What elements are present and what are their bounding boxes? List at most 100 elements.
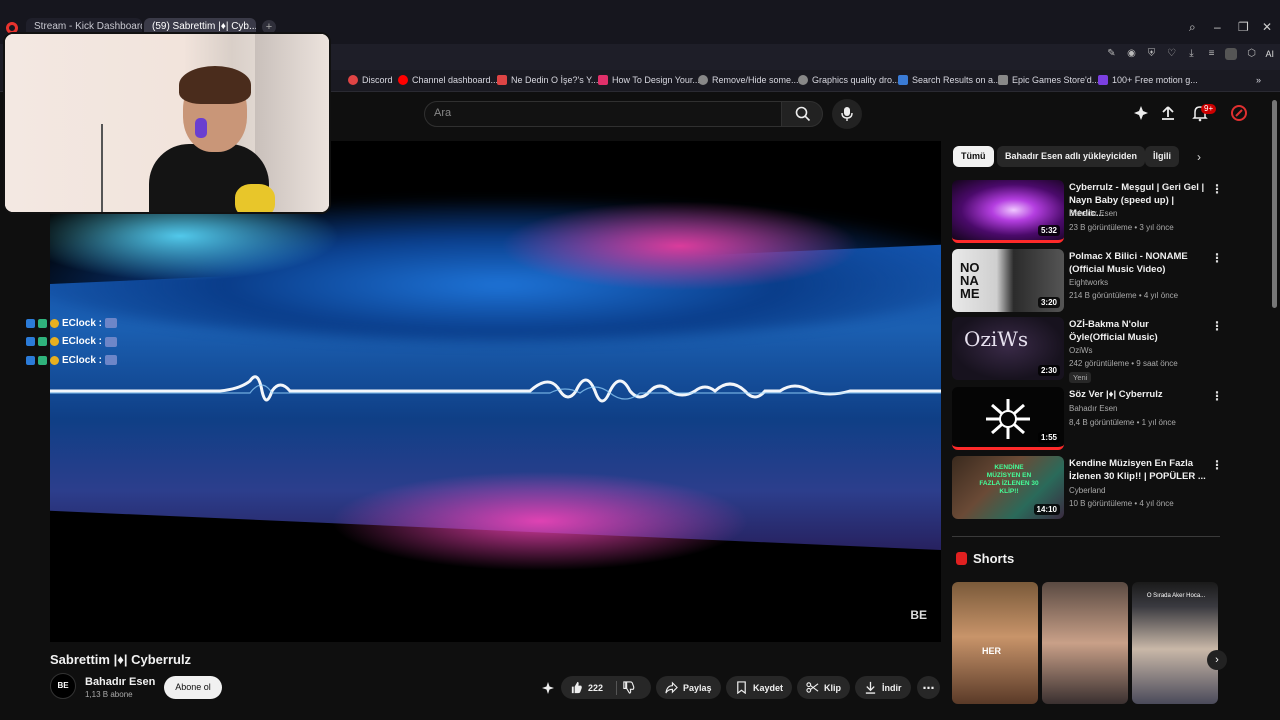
recommendation-item[interactable]: KENDİNE MÜZİSYEN EN FAZLA İZLENEN 30 KLİ… xyxy=(952,456,1227,520)
bookmark-how-to-design[interactable]: How To Design Your... xyxy=(598,75,700,85)
video-thumbnail[interactable]: 1:55 xyxy=(952,387,1064,450)
chip-from-uploader[interactable]: Bahadır Esen adlı yükleyiciden xyxy=(997,146,1146,167)
ai-button[interactable]: AI xyxy=(1265,48,1274,60)
channel-name[interactable]: Eightworks xyxy=(1069,278,1108,287)
search-button[interactable] xyxy=(781,101,823,127)
short-video-card[interactable]: HER xyxy=(952,582,1038,704)
section-divider xyxy=(952,536,1220,537)
search-tabs-icon[interactable]: ⌕ xyxy=(1189,20,1196,35)
more-actions-button[interactable]: ⋯ xyxy=(917,676,940,699)
restore-icon[interactable]: ❐ xyxy=(1238,20,1249,34)
video-meta: 242 görüntüleme • 9 saat önce xyxy=(1069,359,1178,368)
shorts-icon xyxy=(956,552,967,565)
page-scrollbar[interactable] xyxy=(1272,100,1277,308)
short-video-card[interactable]: O Sırada Aker Hoca... xyxy=(1132,582,1218,704)
like-divider xyxy=(616,680,618,695)
badge-icon xyxy=(50,337,59,347)
recommendation-item[interactable]: OziWs 2:30 OZİ-Bakma N'olur Öyle(Officia… xyxy=(952,317,1227,383)
search-input[interactable]: Ara xyxy=(424,101,782,127)
recommendation-item[interactable]: 1:55 Söz Ver |♦| Cyberrulz Bahadır Esen … xyxy=(952,387,1227,451)
like-count: 222 xyxy=(588,682,604,693)
bookmark-graphics-quality[interactable]: Graphics quality dro... xyxy=(798,75,900,85)
channel-avatar[interactable]: BE xyxy=(50,673,76,699)
short-video-card[interactable] xyxy=(1042,582,1128,704)
webcam-overlay xyxy=(3,32,331,214)
video-thumbnail[interactable]: OziWs 2:30 xyxy=(952,317,1064,380)
bookmark-discord[interactable]: Discord xyxy=(348,75,393,85)
bookmark-channel-dashboard[interactable]: Channel dashboard... xyxy=(398,75,498,85)
video-title[interactable]: Polmac X Bilici - NONAME (Official Music… xyxy=(1069,250,1207,276)
recommendation-item[interactable]: NO NA ME 3:20 Polmac X Bilici - NONAME (… xyxy=(952,249,1227,313)
camera-icon[interactable]: ◉ xyxy=(1125,48,1137,60)
like-icon[interactable] xyxy=(570,681,583,694)
subscribe-button[interactable]: Abone ol xyxy=(164,676,222,699)
chip-related[interactable]: İlgili xyxy=(1145,146,1179,167)
more-vert-icon[interactable]: ⋮ xyxy=(1211,319,1223,333)
scissors-icon xyxy=(806,682,819,693)
channel-name[interactable]: Bahadır Esen xyxy=(1069,404,1117,413)
more-vert-icon[interactable]: ⋮ xyxy=(1211,458,1223,472)
upload-icon[interactable] xyxy=(1159,104,1177,122)
video-thumbnail[interactable]: KENDİNE MÜZİSYEN EN FAZLA İZLENEN 30 KLİ… xyxy=(952,456,1064,519)
video-thumbnail[interactable]: NO NA ME 3:20 xyxy=(952,249,1064,312)
more-vert-icon[interactable]: ⋮ xyxy=(1211,182,1223,196)
bookmark-ne-dedin[interactable]: Ne Dedin O İşe?'s Y... xyxy=(497,75,598,85)
folder-icon xyxy=(998,75,1008,85)
create-icon[interactable] xyxy=(1132,104,1150,122)
profile-avatar[interactable] xyxy=(1225,48,1238,60)
video-meta: 8,4 B görüntüleme • 1 yıl önce xyxy=(1069,418,1176,427)
account-avatar-icon[interactable] xyxy=(1230,104,1248,122)
emote-icon xyxy=(105,355,118,366)
video-meta: 23 B görüntüleme • 3 yıl önce xyxy=(1069,223,1174,232)
bookmark-label: Channel dashboard... xyxy=(412,75,499,85)
channel-name[interactable]: Cyberland xyxy=(1069,486,1105,495)
share-button[interactable]: Paylaş xyxy=(656,676,721,699)
clip-label: Klip xyxy=(824,682,841,693)
clip-button[interactable]: Klip xyxy=(797,676,850,699)
chat-message: EClock : xyxy=(26,351,118,370)
chat-message: EClock : xyxy=(26,314,118,333)
bookmark-motion[interactable]: 100+ Free motion g... xyxy=(1098,75,1198,85)
bookmark-remove-hide[interactable]: Remove/Hide some... xyxy=(698,75,799,85)
short-caption: HER xyxy=(982,646,1002,656)
badge-icon xyxy=(26,318,35,328)
close-window-icon[interactable]: ✕ xyxy=(1262,20,1272,34)
save-button[interactable]: Kaydet xyxy=(726,676,793,699)
channel-name[interactable]: Bahadır Esen xyxy=(1069,209,1117,218)
channel-name[interactable]: Bahadır Esen xyxy=(85,676,155,688)
streamer-hair xyxy=(179,66,251,104)
subscriber-count: 1,13 B abone xyxy=(85,690,133,699)
sparkle-icon[interactable] xyxy=(541,681,555,695)
video-thumbnail[interactable]: 5:32 xyxy=(952,180,1064,243)
search-icon xyxy=(795,106,811,122)
download-icon[interactable]: ⤓ xyxy=(1185,48,1197,60)
video-player[interactable]: BE xyxy=(50,141,941,642)
channel-name[interactable]: OziWs xyxy=(1069,346,1093,355)
dislike-icon[interactable] xyxy=(622,681,635,694)
more-vert-icon[interactable]: ⋮ xyxy=(1211,389,1223,403)
bookmarks-more-icon[interactable]: » xyxy=(1256,75,1261,85)
bookmark-label: Search Results on a... xyxy=(912,75,1001,85)
shield-icon[interactable]: ⛨ xyxy=(1145,48,1157,60)
microphone-icon xyxy=(841,107,853,121)
voice-search-button[interactable] xyxy=(832,99,862,129)
video-title[interactable]: Söz Ver |♦| Cyberrulz xyxy=(1069,388,1207,401)
video-title[interactable]: Kendine Müzisyen En Fazla İzlenen 30 Kli… xyxy=(1069,457,1207,483)
menu-icon[interactable]: ≡ xyxy=(1205,48,1217,60)
edit-icon[interactable]: ✎ xyxy=(1105,48,1117,60)
video-duration: 1:55 xyxy=(1037,432,1060,443)
thumbnail-text: KENDİNE MÜZİSYEN EN FAZLA İZLENEN 30 KLİ… xyxy=(979,464,1039,495)
recommendation-item[interactable]: 5:32 Cyberrulz - Meşgul | Geri Gel | Nay… xyxy=(952,180,1227,244)
heart-icon[interactable]: ♡ xyxy=(1165,48,1177,60)
bookmark-label: Epic Games Store'd... xyxy=(1012,75,1100,85)
bookmark-search-results[interactable]: Search Results on a... xyxy=(898,75,1001,85)
bookmark-epic-games[interactable]: Epic Games Store'd... xyxy=(998,75,1099,85)
chip-all[interactable]: Tümü xyxy=(953,146,994,167)
shorts-next-button[interactable]: › xyxy=(1207,650,1227,670)
video-title[interactable]: OZİ-Bakma N'olur Öyle(Official Music) xyxy=(1069,318,1207,344)
minimize-icon[interactable]: – xyxy=(1214,20,1221,34)
download-button[interactable]: İndir xyxy=(855,676,911,699)
extensions-icon[interactable]: ⬡ xyxy=(1245,48,1257,60)
chevron-right-icon[interactable]: › xyxy=(1197,150,1201,164)
more-vert-icon[interactable]: ⋮ xyxy=(1211,251,1223,265)
